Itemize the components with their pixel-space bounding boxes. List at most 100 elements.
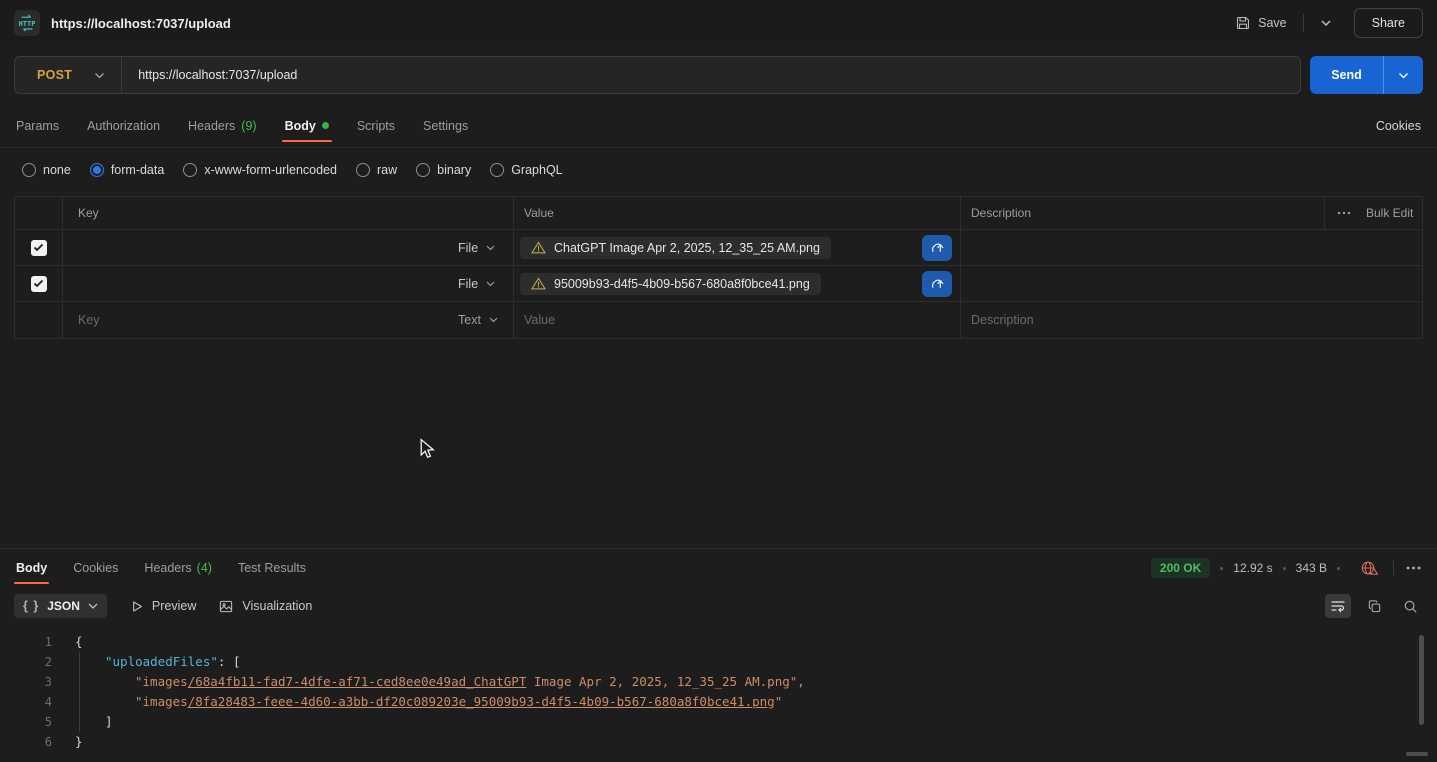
method-select[interactable]: POST [15, 68, 121, 82]
key-input-cell[interactable] [63, 230, 449, 266]
divider [1303, 14, 1304, 32]
radio-none[interactable]: none [22, 163, 71, 177]
share-button[interactable]: Share [1354, 8, 1423, 38]
value-type-select[interactable]: File [449, 266, 514, 302]
description-input-cell[interactable] [961, 266, 1422, 302]
tab-scripts[interactable]: Scripts [357, 104, 395, 147]
braces-icon: { } [23, 599, 39, 613]
value-type-select[interactable]: Text [449, 302, 514, 338]
upload-arrow-icon [930, 240, 945, 255]
file-chip[interactable]: 95009b93-d4f5-4b09-b567-680a8f0bce41.png [520, 273, 821, 295]
file-name: ChatGPT Image Apr 2, 2025, 12_35_25 AM.p… [554, 241, 820, 255]
file-value-cell: 95009b93-d4f5-4b09-b567-680a8f0bce41.png [514, 266, 961, 302]
description-input-cell[interactable] [961, 230, 1422, 266]
network-warning-icon[interactable] [1360, 560, 1379, 577]
send-options-chevron[interactable] [1383, 56, 1423, 94]
copy-button[interactable] [1361, 594, 1387, 618]
format-select[interactable]: { } JSON [14, 594, 107, 618]
file-url-link[interactable]: /68a4fb11-fad7-4dfe-af71-ced8ee0e49ad_Ch… [188, 674, 527, 689]
radio-circle [183, 163, 197, 177]
send-button[interactable]: Send [1310, 56, 1383, 94]
save-label: Save [1258, 16, 1287, 30]
header-type-cell [449, 197, 514, 230]
more-horizontal-icon[interactable] [1337, 211, 1351, 215]
chevron-down-icon [486, 281, 495, 287]
response-tab-headers[interactable]: Headers(4) [144, 549, 212, 587]
request-header-bar: HTTP https://localhost:7037/upload Save … [0, 0, 1437, 46]
url-input[interactable]: https://localhost:7037/upload [138, 68, 297, 82]
value-input-placeholder[interactable]: Value [514, 302, 961, 338]
mouse-cursor [417, 438, 436, 460]
code-line: 1 { [0, 632, 1437, 652]
radio-circle-selected [90, 163, 104, 177]
tab-authorization[interactable]: Authorization [87, 104, 160, 147]
reselect-file-button[interactable] [922, 271, 952, 297]
file-chip[interactable]: ChatGPT Image Apr 2, 2025, 12_35_25 AM.p… [520, 237, 831, 259]
response-tab-cookies[interactable]: Cookies [73, 549, 118, 587]
preview-button[interactable]: Preview [129, 599, 196, 614]
upload-arrow-icon [930, 276, 945, 291]
body-type-selector: none form-data x-www-form-urlencoded raw… [0, 148, 1437, 192]
radio-form-data[interactable]: form-data [90, 163, 165, 177]
response-panel: Body Cookies Headers(4) Test Results 200… [0, 548, 1437, 762]
reselect-file-button[interactable] [922, 235, 952, 261]
separator-dot [1220, 567, 1223, 570]
radio-raw[interactable]: raw [356, 163, 397, 177]
request-title: https://localhost:7037/upload [51, 16, 231, 31]
file-url-link[interactable]: /8fa28483-feee-4d60-a3bb-df20c089203e_95… [188, 694, 775, 709]
bulk-edit-link[interactable]: Bulk Edit [1366, 206, 1413, 220]
save-icon [1235, 15, 1251, 31]
svg-text:HTTP: HTTP [19, 20, 36, 28]
code-line: 2 "uploadedFiles": [ [0, 652, 1437, 672]
status-badge[interactable]: 200 OK [1151, 558, 1210, 578]
tab-body[interactable]: Body [285, 104, 329, 147]
headers-count: (9) [241, 119, 256, 133]
request-tabs: Params Authorization Headers(9) Body Scr… [0, 104, 1437, 148]
response-tab-body[interactable]: Body [16, 549, 47, 587]
code-line: 4 "images/8fa28483-feee-4d60-a3bb-df20c0… [0, 692, 1437, 712]
response-meta: 200 OK 12.92 s 343 B [1151, 558, 1421, 578]
key-input-cell[interactable] [63, 266, 449, 302]
bulk-edit-cell: Bulk Edit [1325, 197, 1422, 230]
visualization-button[interactable]: Visualization [218, 599, 312, 614]
code-line: 6 } [0, 732, 1437, 752]
row-checkbox-checked[interactable] [31, 240, 47, 256]
tab-params[interactable]: Params [16, 104, 59, 147]
wrap-text-button[interactable] [1325, 594, 1351, 618]
radio-circle [22, 163, 36, 177]
chevron-down-icon [94, 72, 105, 79]
divider [1393, 561, 1394, 576]
save-button[interactable]: Save [1231, 9, 1291, 37]
save-options-chevron[interactable] [1316, 15, 1336, 31]
radio-x-www-form-urlencoded[interactable]: x-www-form-urlencoded [183, 163, 337, 177]
radio-circle [356, 163, 370, 177]
search-button[interactable] [1397, 594, 1423, 618]
http-request-icon: HTTP [14, 10, 40, 36]
response-body-editor[interactable]: 1 { 2 "uploadedFiles": [ 3 "images/68a4f… [0, 625, 1437, 762]
line-number: 2 [0, 652, 52, 672]
format-label: JSON [47, 599, 80, 613]
cookies-link[interactable]: Cookies [1376, 119, 1421, 133]
radio-graphql[interactable]: GraphQL [490, 163, 562, 177]
code-line: 5 ] [0, 712, 1437, 732]
row-checkbox-cell [15, 266, 63, 302]
line-number: 1 [0, 632, 52, 652]
warning-icon [531, 241, 546, 254]
value-type-select[interactable]: File [449, 230, 514, 266]
vertical-scrollbar[interactable] [1419, 635, 1424, 725]
description-input-placeholder[interactable]: Description [961, 302, 1422, 338]
file-value-cell: ChatGPT Image Apr 2, 2025, 12_35_25 AM.p… [514, 230, 961, 266]
code-line: 3 "images/68a4fb11-fad7-4dfe-af71-ced8ee… [0, 672, 1437, 692]
response-tab-test-results[interactable]: Test Results [238, 549, 306, 587]
search-icon [1403, 599, 1418, 614]
key-input-placeholder[interactable]: Key [63, 302, 449, 338]
response-more-icon[interactable] [1406, 566, 1421, 570]
tab-headers[interactable]: Headers(9) [188, 104, 257, 147]
url-container: POST https://localhost:7037/upload [14, 56, 1301, 94]
line-number: 6 [0, 732, 52, 752]
radio-binary[interactable]: binary [416, 163, 471, 177]
divider [121, 56, 122, 94]
row-checkbox-checked[interactable] [31, 276, 47, 292]
tab-settings[interactable]: Settings [423, 104, 468, 147]
line-number: 3 [0, 672, 52, 692]
